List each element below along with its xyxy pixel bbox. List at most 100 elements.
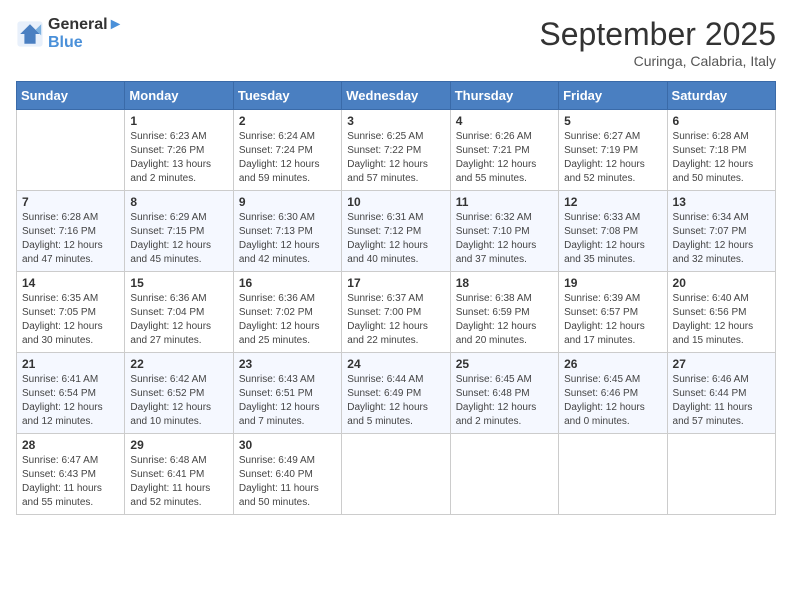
day-cell-14: 14 Sunrise: 6:35 AMSunset: 7:05 PMDayligh… (17, 272, 125, 353)
day-cell-23: 23 Sunrise: 6:43 AMSunset: 6:51 PMDayligh… (233, 353, 341, 434)
day-number: 27 (673, 357, 770, 371)
day-number: 11 (456, 195, 553, 209)
day-cell-29: 29 Sunrise: 6:48 AMSunset: 6:41 PMDayligh… (125, 434, 233, 515)
day-info: Sunrise: 6:33 AMSunset: 7:08 PMDaylight:… (564, 211, 661, 267)
day-number: 8 (130, 195, 227, 209)
weekday-header-row: SundayMondayTuesdayWednesdayThursdayFrid… (17, 82, 776, 110)
day-info: Sunrise: 6:44 AMSunset: 6:49 PMDaylight:… (347, 373, 444, 429)
weekday-header-tuesday: Tuesday (233, 82, 341, 110)
day-cell-20: 20Sunrise: 6:40 AMSunset: 6:56 PMDayligh… (667, 272, 775, 353)
day-info: Sunrise: 6:38 AMSunset: 6:59 PMDaylight:… (456, 292, 553, 348)
day-number: 1 (130, 114, 227, 128)
week-row-5: 28 Sunrise: 6:47 AMSunset: 6:43 PMDayligh… (17, 434, 776, 515)
day-number: 29 (130, 438, 227, 452)
day-number: 7 (22, 195, 119, 209)
day-number: 19 (564, 276, 661, 290)
day-info: Sunrise: 6:47 AMSunset: 6:43 PMDaylight:… (22, 454, 119, 510)
weekday-header-friday: Friday (559, 82, 667, 110)
day-number: 24 (347, 357, 444, 371)
day-info: Sunrise: 6:43 AMSunset: 6:51 PMDaylight:… (239, 373, 336, 429)
day-info: Sunrise: 6:30 AMSunset: 7:13 PMDaylight:… (239, 211, 336, 267)
calendar-table: SundayMondayTuesdayWednesdayThursdayFrid… (16, 81, 776, 515)
day-number: 28 (22, 438, 119, 452)
day-number: 30 (239, 438, 336, 452)
day-cell-10: 10 Sunrise: 6:31 AMSunset: 7:12 PMDayligh… (342, 191, 450, 272)
day-cell-11: 11Sunrise: 6:32 AMSunset: 7:10 PMDayligh… (450, 191, 558, 272)
weekday-header-sunday: Sunday (17, 82, 125, 110)
day-cell-22: 22 Sunrise: 6:42 AMSunset: 6:52 PMDayligh… (125, 353, 233, 434)
day-cell-13: 13 Sunrise: 6:34 AMSunset: 7:07 PMDayligh… (667, 191, 775, 272)
location: Curinga, Calabria, Italy (539, 53, 776, 69)
day-number: 17 (347, 276, 444, 290)
day-info: Sunrise: 6:28 AMSunset: 7:18 PMDaylight:… (673, 130, 770, 186)
day-cell-16: 16 Sunrise: 6:36 AMSunset: 7:02 PMDayligh… (233, 272, 341, 353)
day-info: Sunrise: 6:36 AMSunset: 7:02 PMDaylight:… (239, 292, 336, 348)
day-cell-26: 26 Sunrise: 6:45 AMSunset: 6:46 PMDayligh… (559, 353, 667, 434)
day-cell-5: 5 Sunrise: 6:27 AMSunset: 7:19 PMDaylight… (559, 110, 667, 191)
day-info: Sunrise: 6:36 AMSunset: 7:04 PMDaylight:… (130, 292, 227, 348)
logo-text: General► Blue (48, 16, 123, 52)
day-number: 16 (239, 276, 336, 290)
day-info: Sunrise: 6:46 AMSunset: 6:44 PMDaylight:… (673, 373, 770, 429)
day-number: 10 (347, 195, 444, 209)
day-info: Sunrise: 6:45 AMSunset: 6:46 PMDaylight:… (564, 373, 661, 429)
day-cell-7: 7 Sunrise: 6:28 AMSunset: 7:16 PMDaylight… (17, 191, 125, 272)
day-number: 15 (130, 276, 227, 290)
day-cell-12: 12Sunrise: 6:33 AMSunset: 7:08 PMDayligh… (559, 191, 667, 272)
day-cell-8: 8 Sunrise: 6:29 AMSunset: 7:15 PMDaylight… (125, 191, 233, 272)
day-number: 4 (456, 114, 553, 128)
day-info: Sunrise: 6:35 AMSunset: 7:05 PMDaylight:… (22, 292, 119, 348)
empty-cell (342, 434, 450, 515)
day-cell-24: 24 Sunrise: 6:44 AMSunset: 6:49 PMDayligh… (342, 353, 450, 434)
day-number: 22 (130, 357, 227, 371)
day-info: Sunrise: 6:28 AMSunset: 7:16 PMDaylight:… (22, 211, 119, 267)
weekday-header-wednesday: Wednesday (342, 82, 450, 110)
day-info: Sunrise: 6:45 AMSunset: 6:48 PMDaylight:… (456, 373, 553, 429)
day-cell-25: 25Sunrise: 6:45 AMSunset: 6:48 PMDayligh… (450, 353, 558, 434)
day-cell-28: 28 Sunrise: 6:47 AMSunset: 6:43 PMDayligh… (17, 434, 125, 515)
day-number: 23 (239, 357, 336, 371)
weekday-header-saturday: Saturday (667, 82, 775, 110)
month-title: September 2025 (539, 16, 776, 53)
day-cell-2: 2 Sunrise: 6:24 AMSunset: 7:24 PMDaylight… (233, 110, 341, 191)
week-row-1: 1Sunrise: 6:23 AMSunset: 7:26 PMDaylight… (17, 110, 776, 191)
day-info: Sunrise: 6:25 AMSunset: 7:22 PMDaylight:… (347, 130, 444, 186)
day-number: 9 (239, 195, 336, 209)
day-info: Sunrise: 6:49 AMSunset: 6:40 PMDaylight:… (239, 454, 336, 510)
day-number: 14 (22, 276, 119, 290)
day-info: Sunrise: 6:37 AMSunset: 7:00 PMDaylight:… (347, 292, 444, 348)
day-info: Sunrise: 6:29 AMSunset: 7:15 PMDaylight:… (130, 211, 227, 267)
page-header: General► Blue September 2025 Curinga, Ca… (16, 16, 776, 69)
day-cell-9: 9 Sunrise: 6:30 AMSunset: 7:13 PMDaylight… (233, 191, 341, 272)
day-cell-30: 30 Sunrise: 6:49 AMSunset: 6:40 PMDayligh… (233, 434, 341, 515)
logo: General► Blue (16, 16, 123, 52)
day-cell-21: 21 Sunrise: 6:41 AMSunset: 6:54 PMDayligh… (17, 353, 125, 434)
day-cell-19: 19 Sunrise: 6:39 AMSunset: 6:57 PMDayligh… (559, 272, 667, 353)
day-number: 5 (564, 114, 661, 128)
day-info: Sunrise: 6:39 AMSunset: 6:57 PMDaylight:… (564, 292, 661, 348)
empty-cell (17, 110, 125, 191)
day-info: Sunrise: 6:41 AMSunset: 6:54 PMDaylight:… (22, 373, 119, 429)
day-number: 6 (673, 114, 770, 128)
weekday-header-thursday: Thursday (450, 82, 558, 110)
day-cell-4: 4 Sunrise: 6:26 AMSunset: 7:21 PMDaylight… (450, 110, 558, 191)
day-cell-17: 17 Sunrise: 6:37 AMSunset: 7:00 PMDayligh… (342, 272, 450, 353)
day-number: 26 (564, 357, 661, 371)
day-cell-3: 3Sunrise: 6:25 AMSunset: 7:22 PMDaylight… (342, 110, 450, 191)
empty-cell (450, 434, 558, 515)
day-number: 21 (22, 357, 119, 371)
day-info: Sunrise: 6:31 AMSunset: 7:12 PMDaylight:… (347, 211, 444, 267)
day-info: Sunrise: 6:26 AMSunset: 7:21 PMDaylight:… (456, 130, 553, 186)
day-info: Sunrise: 6:24 AMSunset: 7:24 PMDaylight:… (239, 130, 336, 186)
day-cell-15: 15 Sunrise: 6:36 AMSunset: 7:04 PMDayligh… (125, 272, 233, 353)
day-number: 2 (239, 114, 336, 128)
day-info: Sunrise: 6:34 AMSunset: 7:07 PMDaylight:… (673, 211, 770, 267)
day-info: Sunrise: 6:27 AMSunset: 7:19 PMDaylight:… (564, 130, 661, 186)
empty-cell (559, 434, 667, 515)
day-number: 18 (456, 276, 553, 290)
day-number: 13 (673, 195, 770, 209)
day-info: Sunrise: 6:48 AMSunset: 6:41 PMDaylight:… (130, 454, 227, 510)
day-info: Sunrise: 6:42 AMSunset: 6:52 PMDaylight:… (130, 373, 227, 429)
day-cell-18: 18 Sunrise: 6:38 AMSunset: 6:59 PMDayligh… (450, 272, 558, 353)
day-info: Sunrise: 6:40 AMSunset: 6:56 PMDaylight:… (673, 292, 770, 348)
